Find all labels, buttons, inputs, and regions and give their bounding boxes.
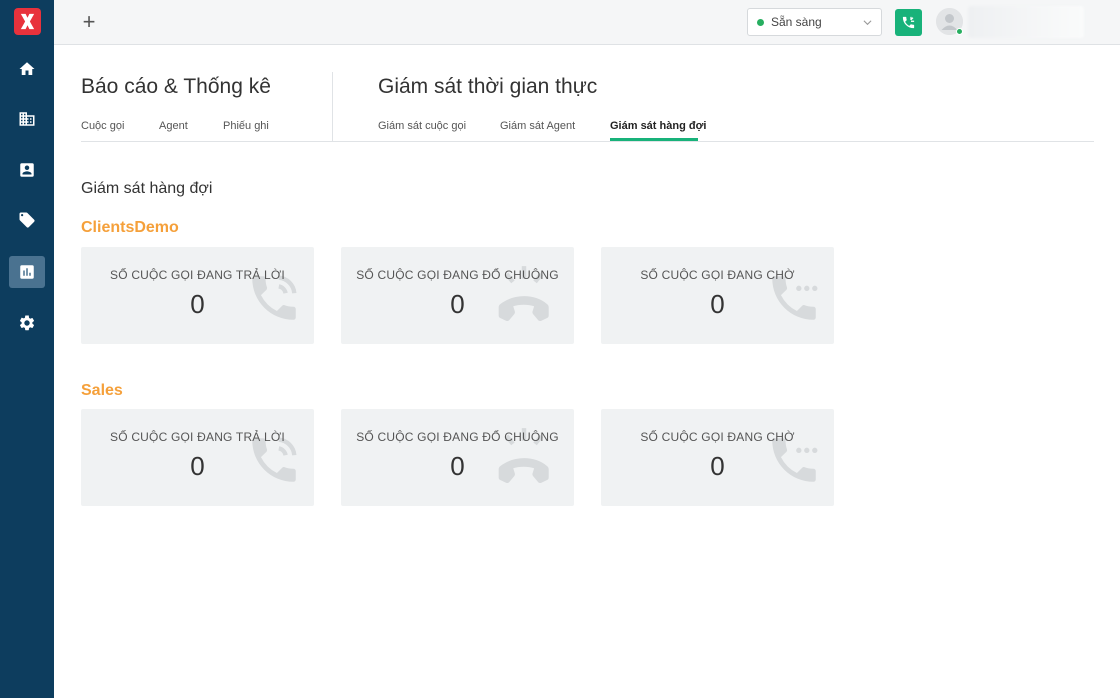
waiting-calls-card: SỐ CUỘC GỌI ĐANG CHỜ 0: [601, 409, 834, 506]
card-label: SỐ CUỘC GỌI ĐANG TRẢ LỜI: [110, 430, 285, 444]
top-bar: + Sẵn sàng: [54, 0, 1120, 45]
tab-calls[interactable]: Cuộc gọi: [81, 120, 124, 132]
card-value: 0: [450, 451, 465, 481]
card-label: SỐ CUỘC GỌI ĐANG CHỜ: [640, 430, 795, 444]
online-status-dot: [956, 28, 963, 35]
realtime-title: Giám sát thời gian thực: [378, 75, 598, 98]
tag-icon[interactable]: [9, 204, 45, 236]
waiting-calls-card: SỐ CUỘC GỌI ĐANG CHỜ 0: [601, 247, 834, 344]
card-label: SỐ CUỘC GỌI ĐANG ĐỔ CHUÔNG: [356, 268, 559, 282]
card-value: 0: [710, 289, 725, 319]
status-label: Sẵn sàng: [771, 15, 822, 29]
agent-status-select[interactable]: Sẵn sàng: [747, 8, 882, 36]
reports-title: Báo cáo & Thống kê: [81, 75, 271, 98]
phone-call-button[interactable]: [895, 9, 922, 36]
user-info-redacted: [968, 6, 1084, 38]
phone-icon: [902, 16, 915, 29]
status-dot-icon: [757, 18, 764, 26]
building-icon[interactable]: [9, 103, 45, 135]
queue-name: ClientsDemo: [81, 219, 179, 236]
sidebar: [0, 0, 54, 698]
ringing-calls-card: SỐ CUỘC GỌI ĐANG ĐỔ CHUÔNG 0: [341, 247, 574, 344]
tab-call-monitoring[interactable]: Giám sát cuộc gọi: [378, 120, 466, 132]
card-label: SỐ CUỘC GỌI ĐANG CHỜ: [640, 268, 795, 282]
card-value: 0: [190, 451, 205, 481]
gear-icon[interactable]: [9, 307, 45, 339]
contact-card-icon[interactable]: [9, 154, 45, 186]
answering-calls-card: SỐ CUỘC GỌI ĐANG TRẢ LỜI 0: [81, 409, 314, 506]
tab-queue-monitoring[interactable]: Giám sát hàng đợi: [610, 120, 706, 132]
header-divider: [81, 141, 1094, 142]
card-label: SỐ CUỘC GỌI ĐANG TRẢ LỜI: [110, 268, 285, 282]
home-icon[interactable]: [9, 53, 45, 85]
card-value: 0: [710, 451, 725, 481]
card-value: 0: [190, 289, 205, 319]
page-subtitle: Giám sát hàng đợi: [81, 180, 213, 197]
tab-agent[interactable]: Agent: [159, 120, 188, 132]
ringing-calls-card: SỐ CUỘC GỌI ĐANG ĐỔ CHUÔNG 0: [341, 409, 574, 506]
add-button[interactable]: +: [80, 11, 98, 33]
card-value: 0: [450, 289, 465, 319]
tab-agent-monitoring[interactable]: Giám sát Agent: [500, 120, 575, 132]
tab-tickets[interactable]: Phiếu ghi: [223, 120, 269, 132]
section-divider: [332, 72, 333, 141]
report-chart-icon[interactable]: [9, 256, 45, 288]
x-logo-icon[interactable]: [14, 8, 41, 35]
queue-name: Sales: [81, 382, 123, 399]
answering-calls-card: SỐ CUỘC GỌI ĐANG TRẢ LỜI 0: [81, 247, 314, 344]
card-label: SỐ CUỘC GỌI ĐANG ĐỔ CHUÔNG: [356, 430, 559, 444]
user-avatar[interactable]: [936, 8, 963, 35]
chevron-down-icon: [863, 20, 872, 26]
